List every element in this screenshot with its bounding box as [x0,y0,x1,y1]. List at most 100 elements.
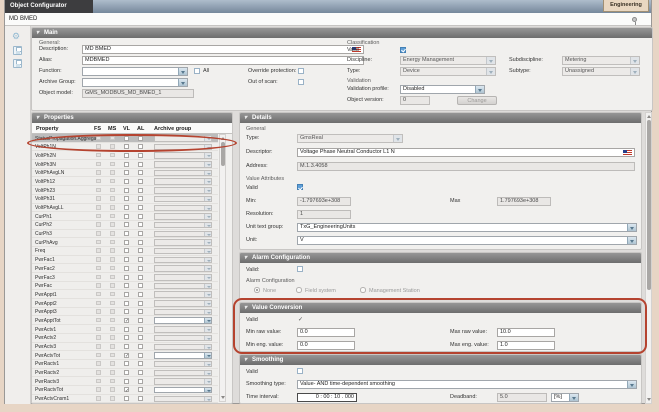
chevron-down-icon[interactable] [204,214,211,219]
ms-checkbox[interactable] [110,188,115,193]
al-checkbox[interactable] [138,379,143,384]
chevron-down-icon[interactable] [627,224,636,231]
chevron-down-icon[interactable] [178,68,187,75]
ms-checkbox[interactable] [110,301,115,306]
max-raw-field[interactable]: 10.0 [497,328,555,337]
out-of-scan-checkbox[interactable] [298,79,304,85]
chevron-down-icon[interactable] [204,232,211,237]
unit-dropdown[interactable]: V [297,236,637,245]
override-protection-checkbox[interactable] [298,68,304,74]
al-checkbox[interactable] [138,257,143,262]
chevron-down-icon[interactable] [204,197,211,202]
valid-checkbox[interactable] [400,47,406,53]
al-checkbox[interactable] [138,318,143,323]
chevron-down-icon[interactable] [204,179,211,184]
ms-checkbox[interactable] [110,179,115,184]
fs-checkbox[interactable] [96,205,101,210]
vl-checkbox[interactable] [124,301,129,306]
details-valid-checkbox[interactable] [297,184,303,190]
archive-group-dropdown[interactable] [154,291,212,298]
fs-checkbox[interactable] [96,370,101,375]
chevron-down-icon[interactable] [204,266,211,271]
vl-checkbox[interactable] [124,327,129,332]
ms-checkbox[interactable] [110,266,115,271]
fs-checkbox[interactable] [96,396,101,401]
property-row[interactable]: PwrActv2 [32,334,218,343]
vl-checkbox[interactable] [124,222,129,227]
min-eng-field[interactable]: 0.0 [297,341,355,350]
fs-checkbox[interactable] [96,257,101,262]
vl-checkbox[interactable] [124,283,129,288]
archive-group-dropdown[interactable] [154,231,212,238]
property-row[interactable]: VoltPh3N [32,160,218,169]
ms-checkbox[interactable] [110,361,115,366]
details-scrollbar[interactable] [645,112,652,404]
ms-checkbox[interactable] [110,353,115,358]
fs-checkbox[interactable] [96,153,101,158]
al-checkbox[interactable] [138,353,143,358]
archive-group-dropdown[interactable] [154,309,212,316]
property-row[interactable]: PwrRactvTot [32,386,218,395]
vl-checkbox[interactable] [124,248,129,253]
fs-checkbox[interactable] [96,196,101,201]
vl-checkbox[interactable] [124,292,129,297]
al-checkbox[interactable] [138,179,143,184]
property-row[interactable]: Freq [32,247,218,256]
al-checkbox[interactable] [138,231,143,236]
property-row[interactable]: PwrFac2 [32,264,218,273]
fs-checkbox[interactable] [96,136,101,141]
archive-group-dropdown[interactable] [154,396,212,403]
language-flag-icon[interactable] [623,150,632,156]
vl-checkbox[interactable] [124,353,129,358]
archive-group-dropdown[interactable] [154,274,212,281]
chevron-down-icon[interactable] [569,394,578,401]
save-icon[interactable] [13,46,22,55]
vl-checkbox[interactable] [124,196,129,201]
scrollbar-thumb[interactable] [647,120,652,290]
al-checkbox[interactable] [138,222,143,227]
archive-group-dropdown[interactable] [154,152,212,159]
type-dropdown[interactable]: Device [400,67,496,76]
ms-checkbox[interactable] [110,344,115,349]
fs-checkbox[interactable] [96,188,101,193]
scroll-up-icon[interactable] [221,137,225,140]
collapse-icon[interactable] [244,253,247,263]
archive-group-dropdown[interactable] [154,205,212,212]
scroll-up-icon[interactable] [647,115,651,118]
property-row[interactable]: PwrFac [32,282,218,291]
chevron-down-icon[interactable] [204,162,211,167]
time-interval-field[interactable]: 0 : 00 : 10 . 000 [297,393,357,402]
chevron-down-icon[interactable] [627,381,636,388]
al-checkbox[interactable] [138,248,143,253]
chevron-down-icon[interactable] [204,275,211,280]
ms-checkbox[interactable] [110,136,115,141]
properties-header[interactable]: Properties [32,113,232,123]
vl-checkbox[interactable] [124,309,129,314]
collapse-icon[interactable] [244,303,247,313]
chevron-down-icon[interactable] [204,188,211,193]
col-ms[interactable]: MS [108,126,116,132]
subdiscipline-dropdown[interactable]: Metering [562,56,640,65]
chevron-down-icon[interactable] [204,249,211,254]
ms-checkbox[interactable] [110,275,115,280]
chevron-down-icon[interactable] [204,292,211,297]
details-header[interactable]: Details [240,113,641,123]
chevron-down-icon[interactable] [204,310,211,315]
ms-checkbox[interactable] [110,170,115,175]
property-row[interactable]: PwrActv1 [32,325,218,334]
all-checkbox[interactable] [194,68,200,74]
property-row[interactable]: VoltPh2N [32,151,218,160]
collapse-icon[interactable] [244,355,247,365]
alias-field[interactable]: MDBMED [82,56,364,65]
property-row[interactable]: PwrFac1 [32,256,218,265]
collapse-icon[interactable] [36,113,39,123]
scroll-down-icon[interactable] [221,396,225,399]
vl-checkbox[interactable] [124,370,129,375]
archive-group-dropdown[interactable] [154,300,212,307]
fs-checkbox[interactable] [96,248,101,253]
archive-group-dropdown[interactable] [154,344,212,351]
chevron-down-icon[interactable] [204,240,211,245]
ms-checkbox[interactable] [110,379,115,384]
vl-checkbox[interactable] [124,170,129,175]
ms-checkbox[interactable] [110,387,115,392]
